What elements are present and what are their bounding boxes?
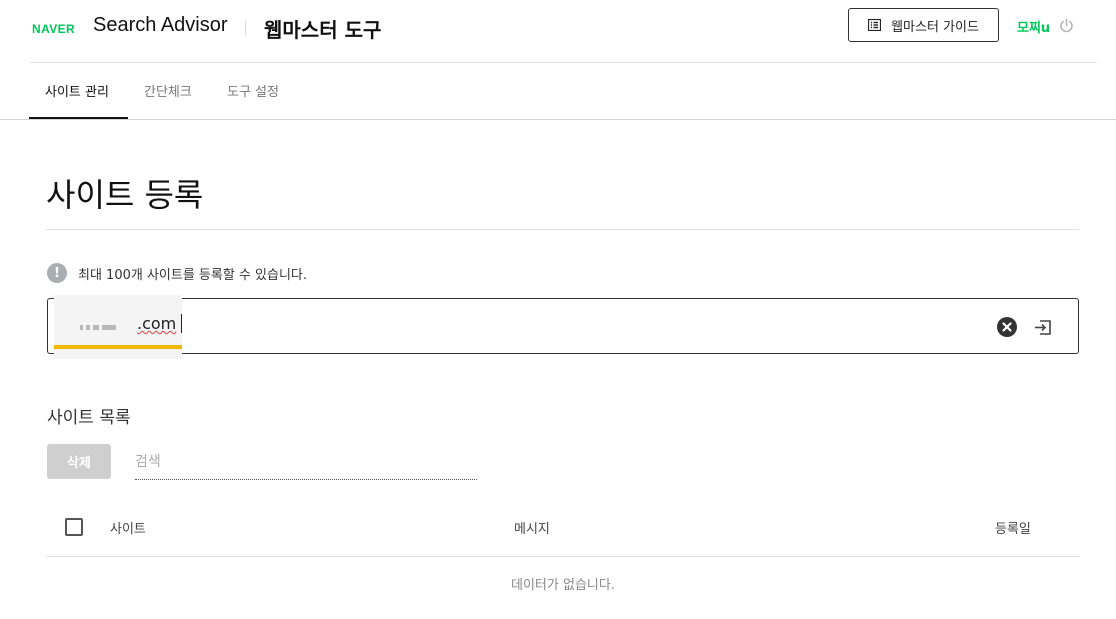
redacted-text [80,317,130,330]
search-input[interactable] [135,444,477,480]
tab-bar: 사이트 관리 간단체크 도구 설정 [0,63,1116,119]
column-header-registered-date: 등록일 [995,522,1031,537]
column-header-site: 사이트 [110,522,146,537]
page: NAVER Search Advisor 웹마스터 도구 웹마스터 가이드 모찌… [0,0,1116,619]
power-icon[interactable] [1059,18,1074,33]
notice: ! 최대 100개 사이트를 등록할 수 있습니다. [47,263,307,283]
site-url-value: .com [137,314,177,333]
tool-title: 웹마스터 도구 [264,18,382,42]
brand-name[interactable]: Search Advisor [93,14,228,37]
table-divider [46,556,1080,557]
site-list-title: 사이트 목록 [47,408,131,428]
tab-tool-settings[interactable]: 도구 설정 [227,81,279,100]
title-divider [46,229,1079,230]
webmaster-guide-label: 웹마스터 가이드 [891,19,979,35]
book-icon [868,19,882,31]
user-name[interactable]: 모찌u [1017,17,1050,36]
text-caret [181,314,182,333]
empty-state-message: 데이터가 없습니다. [511,578,615,593]
tabs-divider [0,119,1116,120]
notice-text: 최대 100개 사이트를 등록할 수 있습니다. [78,267,308,283]
top-header: NAVER Search Advisor 웹마스터 도구 웹마스터 가이드 모찌… [0,0,1116,62]
site-url-input[interactable]: .com [47,295,1079,359]
info-icon: ! [47,263,67,283]
select-all-checkbox[interactable] [65,518,83,536]
tab-site-management[interactable]: 사이트 관리 [45,81,109,100]
naver-logo[interactable]: NAVER [32,22,75,36]
page-title: 사이트 등록 [46,176,204,214]
brand-divider [245,21,246,35]
enter-icon[interactable] [1033,317,1053,337]
delete-button[interactable]: 삭제 [47,444,111,479]
tab-quick-check[interactable]: 간단체크 [144,81,192,100]
input-focus-underline [54,345,182,349]
close-circle-icon[interactable] [997,317,1017,337]
column-header-message: 메시지 [514,522,550,537]
webmaster-guide-button[interactable]: 웹마스터 가이드 [848,8,999,42]
